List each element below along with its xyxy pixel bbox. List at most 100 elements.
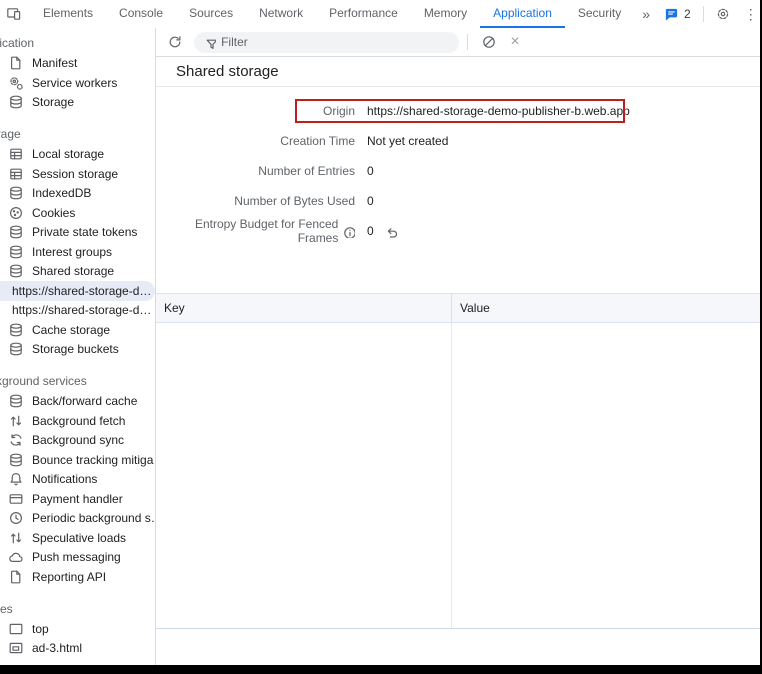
reset-entropy-button[interactable] xyxy=(384,225,397,238)
sidebar-item-label: Speculative loads xyxy=(32,531,126,545)
sidebar-item-label: IndexedDB xyxy=(32,186,91,200)
shared-storage-items-table: Key Value xyxy=(156,293,760,629)
column-header-value[interactable]: Value xyxy=(452,294,760,322)
field-row-number-of-entries: Number of Entries 0 xyxy=(156,156,760,186)
document-icon xyxy=(8,569,24,585)
issues-bubble-icon xyxy=(664,7,679,22)
tab-elements[interactable]: Elements xyxy=(30,0,106,28)
sidebar-item-label: Interest groups xyxy=(32,245,112,259)
filter-input[interactable] xyxy=(221,35,449,49)
sidebar-item-payment-handler[interactable]: Payment handler xyxy=(0,489,155,509)
field-row-creation-time: Creation Time Not yet created xyxy=(156,126,760,156)
sidebar-item-label: Private state tokens xyxy=(32,225,137,239)
section-header-background-services: ckground services xyxy=(0,372,155,392)
tabbar-divider xyxy=(703,6,704,22)
devtools-body: plication Manifest Service workers Stora… xyxy=(0,28,760,665)
sidebar-section-frames: mes top ad-3.html xyxy=(0,600,155,659)
key-column-area xyxy=(156,323,452,628)
sidebar-item-reporting-api[interactable]: Reporting API xyxy=(0,567,155,587)
more-tabs-icon[interactable]: » xyxy=(634,6,658,22)
sidebar-item-label: https://shared-storage-d… xyxy=(12,303,151,317)
database-icon xyxy=(8,224,24,240)
sidebar-item-background-sync[interactable]: Background sync xyxy=(0,431,155,451)
cookie-icon xyxy=(8,205,24,221)
undo-icon xyxy=(384,225,397,238)
field-label: Entropy Budget for Fenced Frames xyxy=(156,217,338,245)
sidebar-item-manifest[interactable]: Manifest xyxy=(0,54,155,74)
settings-button[interactable] xyxy=(710,2,736,26)
sidebar-item-label: Session storage xyxy=(32,167,118,181)
sidebar-item-label: Cookies xyxy=(32,206,75,220)
iframe-icon xyxy=(8,640,24,656)
sidebar-item-periodic-background-sync[interactable]: Periodic background s… xyxy=(0,509,155,529)
tab-security[interactable]: Security xyxy=(565,0,634,28)
delete-selected-button[interactable]: × xyxy=(502,30,528,54)
sidebar-item-background-fetch[interactable]: Background fetch xyxy=(0,411,155,431)
sidebar-item-label: Back/forward cache xyxy=(32,394,137,408)
section-header-storage: orage xyxy=(0,125,155,145)
sidebar-item-frame-top[interactable]: top xyxy=(0,619,155,639)
database-icon xyxy=(8,452,24,468)
sidebar-item-shared-storage[interactable]: Shared storage xyxy=(0,262,155,282)
field-label: Number of Entries xyxy=(156,164,355,178)
clock-icon xyxy=(8,510,24,526)
kebab-icon: ⋮ xyxy=(744,6,758,23)
sidebar-item-cache-storage[interactable]: Cache storage xyxy=(0,320,155,340)
field-value-entropy-budget: 0 xyxy=(367,224,374,238)
sync-icon xyxy=(8,432,24,448)
bell-icon xyxy=(8,471,24,487)
sidebar-item-indexeddb[interactable]: IndexedDB xyxy=(0,184,155,204)
refresh-button[interactable] xyxy=(162,30,188,54)
block-icon xyxy=(481,34,497,50)
sidebar-item-speculative-loads[interactable]: Speculative loads xyxy=(0,528,155,548)
tab-performance[interactable]: Performance xyxy=(316,0,411,28)
toggle-device-toolbar-button[interactable] xyxy=(6,2,22,26)
sidebar-item-bounce-tracking-mitigations[interactable]: Bounce tracking mitiga… xyxy=(0,450,155,470)
field-row-entropy-budget: Entropy Budget for Fenced Frames 0 xyxy=(156,216,760,246)
field-row-number-of-bytes: Number of Bytes Used 0 xyxy=(156,186,760,216)
tab-application[interactable]: Application xyxy=(480,0,565,28)
sidebar-item-back-forward-cache[interactable]: Back/forward cache xyxy=(0,392,155,412)
table-body-empty[interactable] xyxy=(156,323,760,629)
sidebar-item-shared-storage-origin-2[interactable]: https://shared-storage-d… xyxy=(0,301,155,321)
frame-icon xyxy=(8,621,24,637)
issues-button[interactable]: 2 xyxy=(658,7,697,22)
sidebar-item-storage-buckets[interactable]: Storage buckets xyxy=(0,340,155,360)
sidebar-item-label: Background sync xyxy=(32,433,124,447)
sidebar-item-notifications[interactable]: Notifications xyxy=(0,470,155,490)
tab-sources[interactable]: Sources xyxy=(176,0,246,28)
sidebar-item-label: ad-3.html xyxy=(32,641,82,655)
devtools-tabbar: Elements Console Sources Network Perform… xyxy=(0,0,760,28)
tab-network[interactable]: Network xyxy=(246,0,316,28)
sidebar-item-frame-ad-3[interactable]: ad-3.html xyxy=(0,639,155,659)
sidebar-section-application: plication Manifest Service workers Stora… xyxy=(0,34,155,112)
sidebar-item-label: Storage buckets xyxy=(32,342,119,356)
refresh-icon xyxy=(167,34,183,50)
clear-icon: × xyxy=(510,34,519,50)
column-header-key[interactable]: Key xyxy=(156,294,452,322)
sidebar-item-cookies[interactable]: Cookies xyxy=(0,203,155,223)
tab-console[interactable]: Console xyxy=(106,0,176,28)
section-header-application: plication xyxy=(0,34,155,54)
sidebar-item-local-storage[interactable]: Local storage xyxy=(0,145,155,165)
sidebar-item-push-messaging[interactable]: Push messaging xyxy=(0,548,155,568)
tab-memory[interactable]: Memory xyxy=(411,0,480,28)
panel-toolbar: × xyxy=(156,28,760,57)
sidebar-item-label: Local storage xyxy=(32,147,104,161)
field-label: Origin xyxy=(156,104,355,118)
sidebar-item-service-workers[interactable]: Service workers xyxy=(0,73,155,93)
table-icon xyxy=(8,146,24,162)
sidebar-item-interest-groups[interactable]: Interest groups xyxy=(0,242,155,262)
sidebar-item-shared-storage-origin-b[interactable]: https://shared-storage-d… xyxy=(0,281,155,301)
sidebar-item-session-storage[interactable]: Session storage xyxy=(0,164,155,184)
sidebar-item-storage[interactable]: Storage xyxy=(0,93,155,113)
sidebar-item-label: https://shared-storage-d… xyxy=(12,284,151,298)
customize-menu-button[interactable]: ⋮ xyxy=(738,2,762,26)
delete-all-button[interactable] xyxy=(476,30,502,54)
info-icon[interactable] xyxy=(342,225,355,238)
sidebar-item-private-state-tokens[interactable]: Private state tokens xyxy=(0,223,155,243)
sidebar-item-label: top xyxy=(32,622,49,636)
field-value-origin: https://shared-storage-demo-publisher-b.… xyxy=(367,104,630,118)
sidebar-item-label: Storage xyxy=(32,95,74,109)
filter-box[interactable] xyxy=(194,32,459,53)
